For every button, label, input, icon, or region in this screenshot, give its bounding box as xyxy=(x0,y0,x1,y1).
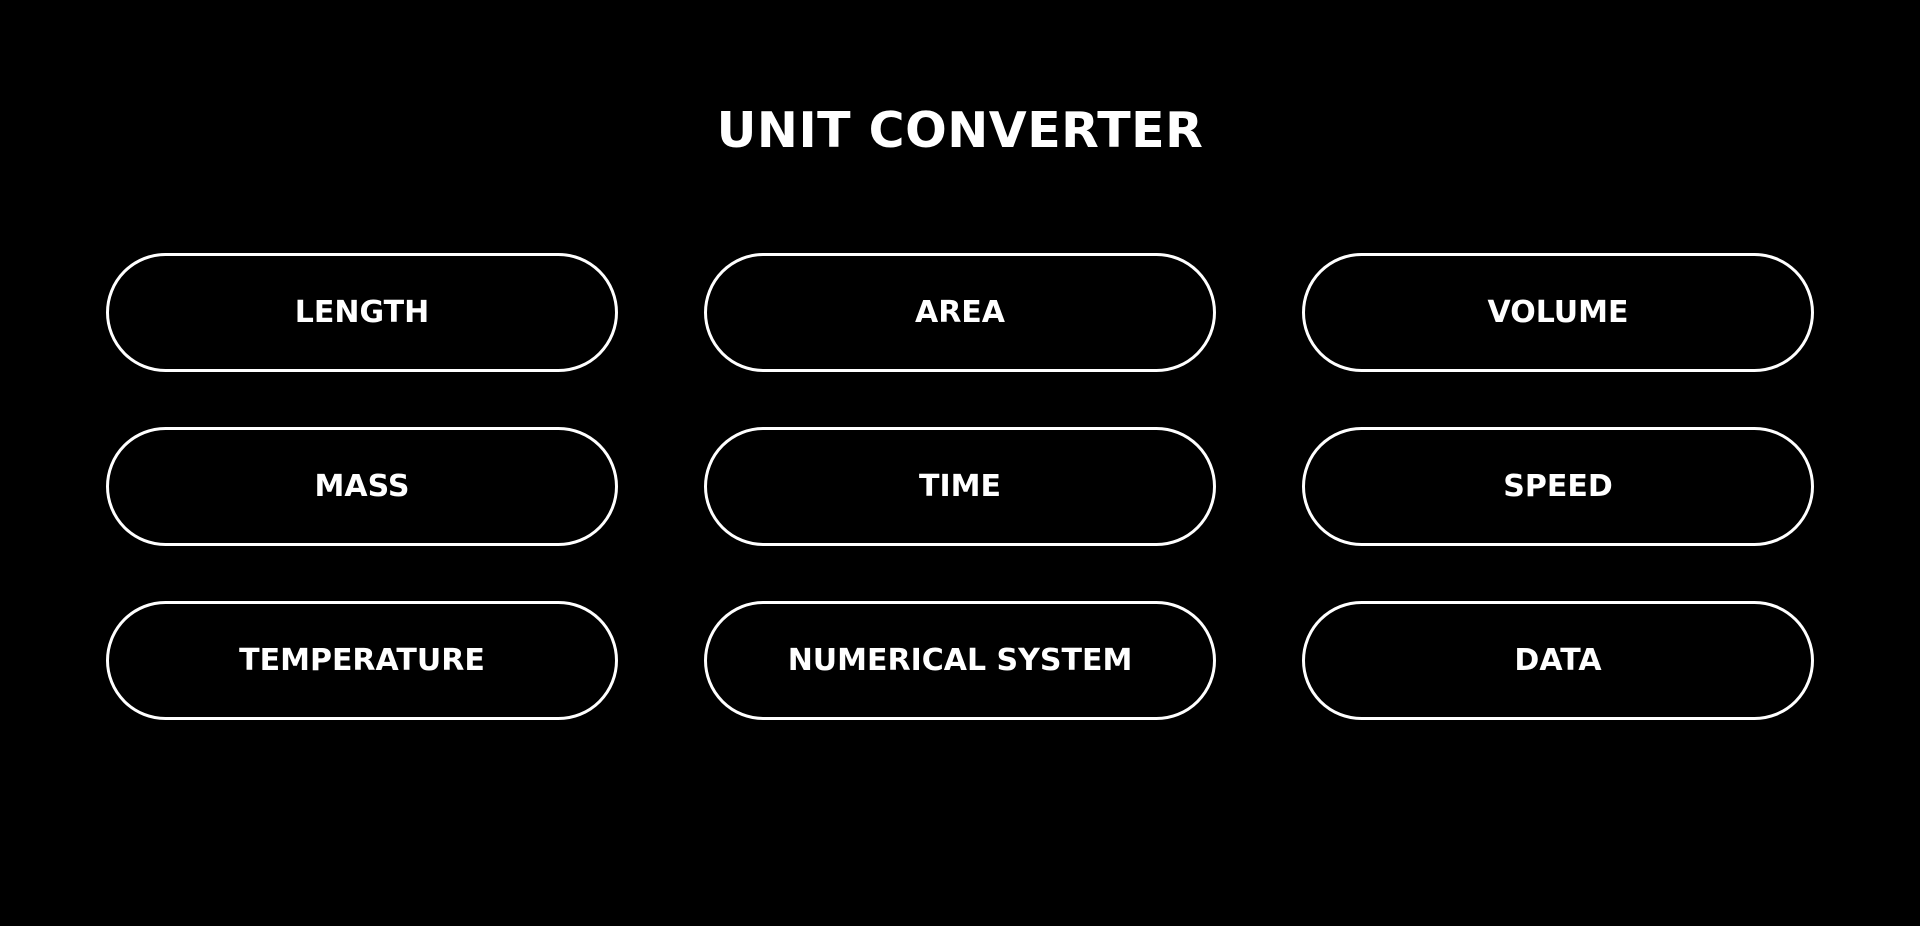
time-button[interactable]: TIME xyxy=(704,427,1216,546)
speed-button[interactable]: SPEED xyxy=(1302,427,1814,546)
mass-button[interactable]: MASS xyxy=(106,427,618,546)
category-grid: LENGTH AREA VOLUME MASS TIME SPEED TEMPE… xyxy=(106,253,1814,720)
numerical-system-button[interactable]: NUMERICAL SYSTEM xyxy=(704,601,1216,720)
length-button[interactable]: LENGTH xyxy=(106,253,618,372)
area-button[interactable]: AREA xyxy=(704,253,1216,372)
page-title: UNIT CONVERTER xyxy=(716,102,1204,159)
temperature-button[interactable]: TEMPERATURE xyxy=(106,601,618,720)
volume-button[interactable]: VOLUME xyxy=(1302,253,1814,372)
data-button[interactable]: DATA xyxy=(1302,601,1814,720)
